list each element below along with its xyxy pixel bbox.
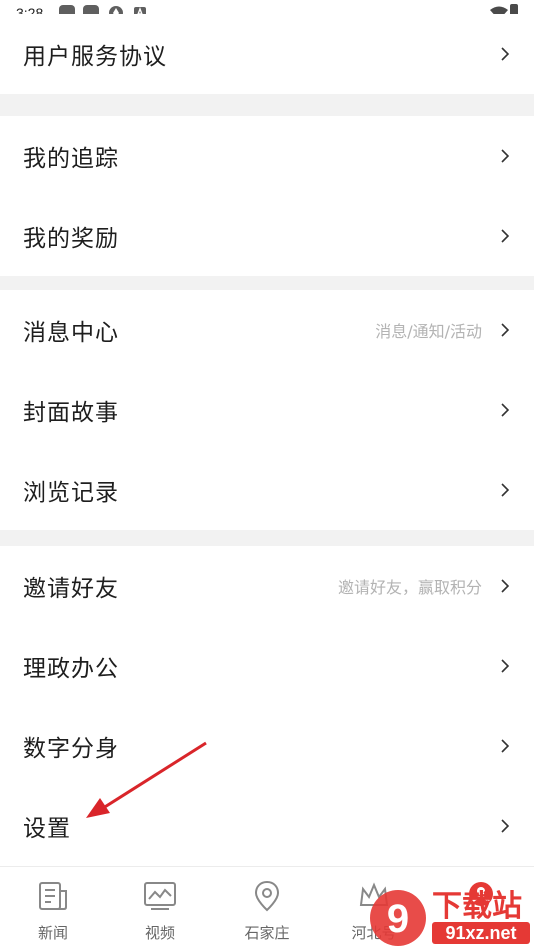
menu-item-invite-friends[interactable]: 邀请好友 邀请好友，赢取积分 (0, 546, 534, 626)
annotation-arrow (86, 741, 207, 818)
menu-item-message-center[interactable]: 消息中心 消息/通知/活动 (0, 290, 534, 370)
menu-item-label: 浏览记录 (23, 480, 119, 506)
svg-text:下载站: 下载站 (432, 889, 522, 924)
menu-item-my-rewards[interactable]: 我的奖励 (0, 196, 534, 276)
location-pin-icon (254, 880, 280, 912)
nav-shijiazhuang[interactable]: 石家庄 (214, 867, 320, 950)
nav-label: 新闻 (37, 924, 68, 942)
menu-item-user-agreement[interactable]: 用户服务协议 (0, 14, 534, 94)
chevron-right-icon (501, 149, 510, 163)
menu-item-cover-story[interactable]: 封面故事 (0, 370, 534, 450)
video-icon (144, 882, 176, 910)
menu-item-hint: 邀请好友，赢取积分 (337, 578, 482, 597)
chevron-right-icon (501, 483, 510, 497)
newspaper-icon (39, 882, 67, 910)
nav-label: 视频 (144, 924, 175, 942)
nav-video[interactable]: 视频 (107, 867, 213, 950)
menu-item-label: 用户服务协议 (23, 44, 167, 70)
nav-label: 石家庄 (244, 924, 290, 942)
menu-item-label: 设置 (23, 816, 71, 842)
menu-item-browse-history[interactable]: 浏览记录 (0, 450, 534, 530)
section-divider (0, 276, 534, 290)
chevron-right-icon (501, 229, 510, 243)
chevron-right-icon (501, 659, 510, 673)
app-screen: 3:28 用户服务协议 我的追踪 我的奖励 消息中心 消息/通知/活动 封面故事… (0, 0, 534, 950)
menu-item-my-tracking[interactable]: 我的追踪 (0, 116, 534, 196)
svg-text:91xz.net: 91xz.net (445, 923, 516, 943)
chevron-right-icon (501, 323, 510, 337)
menu-item-label: 邀请好友 (23, 576, 119, 602)
menu-item-label: 消息中心 (23, 320, 119, 346)
section-divider (0, 530, 534, 546)
menu-item-label: 封面故事 (23, 400, 119, 426)
menu-item-government-office[interactable]: 理政办公 (0, 626, 534, 706)
svg-text:9: 9 (387, 897, 409, 941)
watermark: 9 下载站 91xz.net (354, 866, 534, 950)
section-divider (0, 94, 534, 116)
menu-item-label: 我的追踪 (23, 146, 119, 172)
chevron-right-icon (501, 47, 510, 61)
chevron-right-icon (501, 739, 510, 753)
menu-item-label: 我的奖励 (23, 226, 119, 252)
chevron-right-icon (501, 403, 510, 417)
menu-item-label: 理政办公 (23, 656, 119, 682)
chevron-right-icon (501, 819, 510, 833)
chevron-right-icon (501, 579, 510, 593)
nav-news[interactable]: 新闻 (0, 867, 106, 950)
watermark-logo: 9 下载站 91xz.net (370, 889, 530, 946)
menu-item-hint: 消息/通知/活动 (375, 322, 482, 341)
